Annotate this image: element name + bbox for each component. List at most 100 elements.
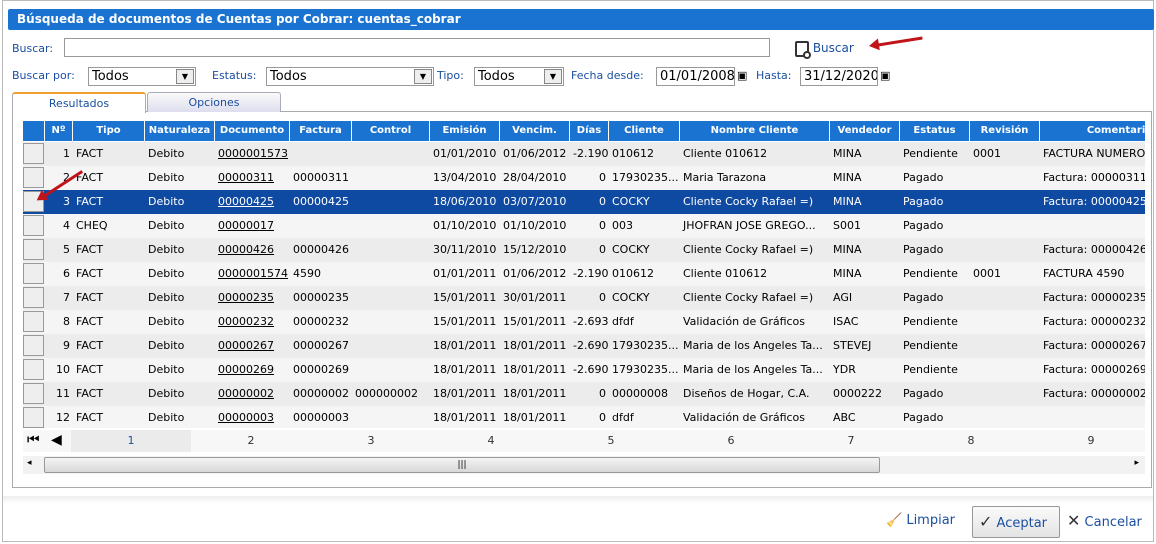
table-row[interactable]: 2 FACT Debito 00000311 00000311 13/04/2010 28/… <box>23 166 1145 190</box>
column-header[interactable]: Estatus <box>900 121 970 141</box>
cell-documento[interactable]: 00000269 <box>218 363 274 376</box>
cell-das: 0 <box>599 243 606 256</box>
cell-documento[interactable]: 0000001573 <box>218 147 288 160</box>
row-checkbox[interactable] <box>23 167 44 188</box>
cell-vencim: 18/01/2011 <box>503 411 567 424</box>
column-header[interactable]: Documento <box>215 121 290 141</box>
cell-vendedor: MINA <box>833 147 862 160</box>
column-header[interactable]: Comentario <box>1040 121 1145 141</box>
table-row[interactable]: 7 FACT Debito 00000235 00000235 15/01/2011 30/… <box>23 286 1145 310</box>
cell-documento[interactable]: 00000235 <box>218 291 274 304</box>
limpiar-button[interactable]: 🧹 Limpiar <box>886 506 955 538</box>
table-row[interactable]: 9 FACT Debito 00000267 00000267 18/01/2011 18/… <box>23 334 1145 358</box>
table-row[interactable]: 5 FACT Debito 00000426 00000426 30/11/2010 15/… <box>23 238 1145 262</box>
table-row[interactable]: 12 FACT Debito 00000003 00000003 18/01/2011 18… <box>23 406 1145 428</box>
cell-documento[interactable]: 00000017 <box>218 219 274 232</box>
cell-tipo: FACT <box>76 267 104 280</box>
tab-resultados[interactable]: Resultados <box>12 92 146 113</box>
row-checkbox[interactable] <box>23 239 44 260</box>
cell-documento[interactable]: 00000426 <box>218 243 274 256</box>
search-button[interactable]: Buscar <box>795 38 854 59</box>
horizontal-scrollbar[interactable]: ◂ ||| ▸ <box>23 456 1145 474</box>
row-checkbox[interactable] <box>23 335 44 356</box>
column-header[interactable]: Factura <box>290 121 352 141</box>
row-checkbox[interactable] <box>23 263 44 284</box>
table-row[interactable]: 1 FACT Debito 0000001573 01/01/2010 01/06/201… <box>23 142 1145 166</box>
table-row[interactable]: 3 FACT Debito 00000425 00000425 18/06/2010 03/… <box>23 190 1145 214</box>
page-link[interactable]: 2 <box>191 430 311 452</box>
column-header[interactable]: Revisión <box>970 121 1040 141</box>
column-header[interactable]: Cliente <box>609 121 680 141</box>
cell-estatus: Pendiente <box>903 339 958 352</box>
estatus-select[interactable]: Todos ▼ <box>266 67 434 86</box>
first-page-icon[interactable]: ⏮ <box>27 432 40 448</box>
table-cell: Pendiente <box>900 142 970 166</box>
aceptar-button[interactable]: ✓ Aceptar <box>972 506 1060 538</box>
page-link[interactable]: 9 <box>1031 430 1151 452</box>
page-link[interactable]: 7 <box>791 430 911 452</box>
hasta-input[interactable]: 31/12/2020 <box>800 67 878 86</box>
calendar-icon[interactable]: ▣ <box>737 69 747 82</box>
buscar-por-select[interactable]: Todos ▼ <box>88 67 196 86</box>
page-link[interactable]: 3 <box>311 430 431 452</box>
column-header[interactable] <box>23 121 45 141</box>
table-cell: Maria de los Angeles Ta... <box>680 358 830 382</box>
table-row[interactable]: 8 FACT Debito 00000232 00000232 15/01/2011 15/… <box>23 310 1145 334</box>
table-cell: 00000003 <box>215 406 290 428</box>
table-row[interactable]: 6 FACT Debito 0000001574 4590 01/01/2011 01/06… <box>23 262 1145 286</box>
scroll-right-icon[interactable]: ▸ <box>1134 458 1139 468</box>
row-checkbox[interactable] <box>23 383 44 404</box>
cell-documento[interactable]: 00000425 <box>218 195 274 208</box>
cell-cliente: 010612 <box>612 147 654 160</box>
page-link[interactable]: 5 <box>551 430 671 452</box>
scroll-left-icon[interactable]: ◂ <box>27 458 32 468</box>
page-link[interactable]: 8 <box>911 430 1031 452</box>
table-cell: Cliente 010612 <box>680 142 830 166</box>
search-input[interactable] <box>64 38 770 57</box>
column-header[interactable]: Emisión <box>430 121 500 141</box>
row-checkbox[interactable] <box>23 407 44 428</box>
column-header[interactable]: Vencim. <box>500 121 570 141</box>
column-header[interactable]: Control <box>352 121 430 141</box>
table-cell <box>970 190 1040 214</box>
table-cell: dfdf <box>609 310 680 334</box>
table-row[interactable]: 4 CHEQ Debito 00000017 01/10/2010 01/10/2010 0… <box>23 214 1145 238</box>
row-checkbox[interactable] <box>23 215 44 236</box>
cell-documento[interactable]: 00000267 <box>218 339 274 352</box>
column-header[interactable]: Nº <box>45 121 73 141</box>
page-link[interactable]: 1 <box>71 430 191 452</box>
scrollbar-thumb[interactable]: ||| <box>44 457 880 473</box>
row-checkbox[interactable] <box>23 143 44 164</box>
table-row[interactable]: 11 FACT Debito 00000002 00000002 000000002 18/… <box>23 382 1145 406</box>
column-header[interactable]: Nombre Cliente <box>680 121 830 141</box>
cell-documento[interactable]: 00000311 <box>218 171 274 184</box>
column-header[interactable]: Vendedor <box>830 121 900 141</box>
row-checkbox[interactable] <box>23 311 44 332</box>
page-link[interactable]: 4 <box>431 430 551 452</box>
previous-page-icon[interactable]: ◀ <box>51 432 62 448</box>
row-checkbox[interactable] <box>23 359 44 380</box>
cell-documento[interactable]: 00000232 <box>218 315 274 328</box>
column-header[interactable]: Tipo <box>73 121 145 141</box>
table-cell: FACT <box>73 190 145 214</box>
column-header[interactable]: Naturaleza <box>145 121 215 141</box>
cancelar-button[interactable]: ✕ Cancelar <box>1067 506 1142 538</box>
search-document-icon <box>795 40 811 59</box>
cell-das: 0 <box>599 171 606 184</box>
fecha-desde-input[interactable]: 01/01/2008 <box>656 67 735 86</box>
table-cell: 00000232 <box>215 310 290 334</box>
page-link[interactable]: 6 <box>671 430 791 452</box>
cell-documento[interactable]: 0000001574 <box>218 267 288 280</box>
table-cell: COCKY <box>609 286 680 310</box>
calendar-icon[interactable]: ▣ <box>880 69 890 82</box>
table-row[interactable]: 10 FACT Debito 00000269 00000269 18/01/2011 18… <box>23 358 1145 382</box>
tab-opciones[interactable]: Opciones <box>147 92 281 112</box>
search-label: Buscar: <box>12 42 54 55</box>
cell-n: 10 <box>56 363 70 376</box>
cell-documento[interactable]: 00000002 <box>218 387 274 400</box>
tipo-select[interactable]: Todos ▼ <box>474 67 564 86</box>
tipo-value: Todos <box>478 69 515 84</box>
row-checkbox[interactable] <box>23 287 44 308</box>
cell-documento[interactable]: 00000003 <box>218 411 274 424</box>
column-header[interactable]: Días <box>570 121 609 141</box>
